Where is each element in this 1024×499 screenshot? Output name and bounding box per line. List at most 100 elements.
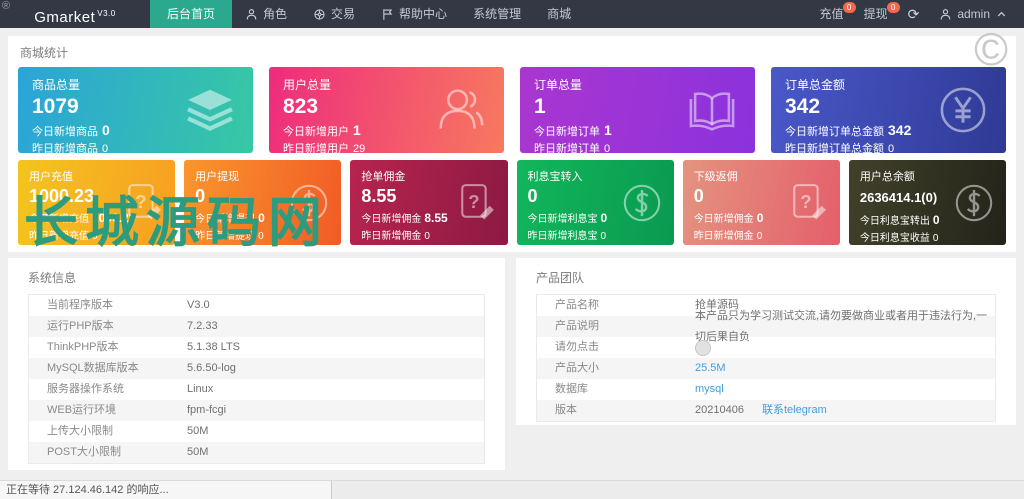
stat-today-label: 今日新增利息宝: [527, 214, 598, 225]
product-team-title: 产品团队: [536, 271, 585, 285]
stat-yesterday-label: 昨日新增用户: [283, 143, 349, 153]
nav-label: 角色: [263, 7, 288, 21]
stat-today-value: 0: [756, 211, 764, 225]
nav-item-dashboard[interactable]: 后台首页: [150, 0, 233, 28]
stat-today-label: 今日新增用户: [283, 126, 349, 138]
row-label: POST大小限制: [47, 446, 121, 458]
nav-label: 帮助中心: [399, 7, 448, 21]
stat-today-value: 342: [888, 122, 912, 138]
do-not-click-icon[interactable]: [695, 339, 711, 356]
stat-today-value: 1: [604, 122, 612, 138]
row-value: 50M: [187, 425, 209, 437]
nav-item-help-center[interactable]: 帮助中心: [368, 0, 460, 28]
topbar-right: 充值 0 提现 0 ⟳ admin: [820, 0, 1024, 28]
stat-today-value: 0: [102, 122, 110, 138]
stat-yesterday-value: 0: [424, 231, 430, 242]
doc-question-icon: [121, 181, 165, 225]
table-row: 产品大小 25.5M: [537, 358, 995, 379]
system-info-panel: 系统信息 当前程序版本 V3.0 运行PHP版本 7.2.33 ThinkPHP版本…: [8, 258, 505, 470]
row-value: fpm-fcgi: [187, 404, 227, 416]
stat-card-user-recharge: 用户充值 1000.23 今日新增充值 1000.23 昨日新增充值 0: [18, 160, 176, 245]
stat-card-user-withdraw: 用户提现 0 今日新增提现 0 昨日新增提现 0: [184, 160, 342, 245]
recharge-label: 充值: [819, 7, 844, 21]
stat-yesterday-label: 昨日新增佣金: [693, 231, 754, 242]
doc-question-icon: [786, 181, 830, 225]
stat-yesterday-label: 昨日新增订单总金额: [785, 143, 884, 153]
nav-label: 交易: [331, 7, 356, 21]
stats-panel: 商城统计 商品总量 1079 今日新增商品 0 昨日新增商品 0 用户总量 823 …: [8, 36, 1016, 252]
row-label: WEB运行环境: [47, 404, 117, 416]
browser-status-bar: 正在等待 27.124.46.142 的响应...: [0, 480, 1024, 499]
database-link[interactable]: mysql: [695, 379, 724, 400]
table-row: WEB运行环境 fpm-fcgi: [29, 400, 484, 421]
stat-yesterday-value: 0: [932, 233, 939, 244]
nav-item-system-management[interactable]: 系统管理: [460, 0, 534, 28]
status-message: 正在等待 27.124.46.142 的响应...: [0, 481, 332, 499]
row-label: MySQL数据库版本: [47, 362, 139, 374]
stat-today-label: 今日新增订单: [534, 126, 600, 138]
product-size-link[interactable]: 25.5M: [695, 358, 726, 379]
stat-card-users-total: 用户总量 823 今日新增用户 1 昨日新增用户 29: [269, 67, 504, 153]
table-row: 当前程序版本 V3.0: [29, 295, 484, 316]
table-row: 版本 20210406 联系telegram: [537, 400, 995, 421]
doc-question-icon: [454, 181, 498, 225]
table-row: 产品说明 本产品只为学习测试交流,请勿要做商业或者用于违法行为,一切后果自负: [537, 309, 995, 343]
nav-item-roles[interactable]: 角色: [232, 0, 300, 28]
nav-item-trade[interactable]: 交易: [300, 0, 368, 28]
row-label: 数据库: [555, 383, 588, 395]
nav-item-mall[interactable]: 商城: [534, 0, 584, 28]
system-info-title: 系统信息: [28, 271, 77, 285]
stat-yesterday-value: 0: [600, 231, 607, 242]
layers-icon: [183, 83, 237, 137]
stat-card-order-commission: 抢单佣金 8.55 今日新增佣金 8.55 昨日新增佣金 0: [350, 160, 508, 245]
table-row: 数据库 mysql: [537, 379, 995, 400]
nav-label: 系统管理: [473, 7, 522, 21]
stat-yesterday-label: 今日利息宝收益: [859, 233, 930, 244]
stat-yesterday-label: 昨日新增商品: [32, 143, 98, 153]
main-nav: 后台首页 角色 交易 帮助中心 系统管理 商城: [150, 0, 584, 28]
user-menu[interactable]: admin: [939, 7, 1008, 21]
stat-yesterday-label: 昨日新增提现: [195, 231, 256, 242]
row-value: 5.6.50-log: [187, 362, 236, 374]
stat-card-interest-transfer-in: 利息宝转入 0 今日新增利息宝 0 昨日新增利息宝 0: [516, 160, 674, 245]
table-row: MySQL数据库版本 5.6.50-log: [29, 358, 484, 379]
row-label: 产品说明: [555, 320, 599, 332]
app-version: V3.0: [97, 9, 116, 18]
stat-today-label: 今日新增佣金: [693, 214, 754, 225]
stat-card-user-total-balance: 用户总余额 2636414.1(0) 今日利息宝转出 0 今日利息宝收益 0: [848, 160, 1007, 245]
stat-today-value: 0: [258, 211, 265, 225]
stat-today-label: 今日新增充值: [29, 214, 89, 225]
product-team-table: 产品名称 抢单源码 产品说明 本产品只为学习测试交流,请勿要做商业或者用于违法行为,…: [536, 294, 996, 422]
row-label: 服务器操作系统: [47, 383, 124, 395]
row-label: 产品名称: [555, 299, 599, 311]
users-icon: [434, 83, 488, 137]
stat-yesterday-value: 0: [756, 231, 763, 242]
table-row: 运行PHP版本 7.2.33: [29, 316, 484, 337]
recharge-button[interactable]: 充值 0: [819, 0, 856, 28]
row-label: 产品大小: [555, 362, 599, 374]
row-value: Linux: [187, 383, 214, 395]
person-icon: [245, 8, 258, 21]
row-value: 本产品只为学习测试交流,请勿要做商业或者用于违法行为,一切后果自负: [695, 309, 988, 343]
chevron-up-icon: [995, 8, 1008, 21]
stat-card-products-total: 商品总量 1079 今日新增商品 0 昨日新增商品 0: [18, 67, 253, 153]
row-label: 上传大小限制: [47, 425, 113, 437]
row-label: 当前程序版本: [47, 299, 113, 311]
stat-today-label: 今日利息宝转出: [859, 216, 930, 227]
stat-yesterday-label: 昨日新增利息宝: [527, 231, 598, 242]
withdraw-button[interactable]: 提现 0: [864, 0, 900, 28]
nav-label: 后台首页: [167, 7, 216, 21]
stat-today-value: 1: [353, 122, 361, 138]
stat-yesterday-value: 0: [888, 143, 895, 153]
stat-yesterday-value: 29: [353, 143, 366, 153]
stat-today-value: 8.55: [424, 211, 448, 225]
stat-yesterday-value: 0: [92, 231, 98, 242]
telegram-link[interactable]: 联系telegram: [762, 400, 827, 421]
stat-today-label: 今日新增提现: [195, 214, 256, 225]
refresh-icon[interactable]: ⟳: [908, 0, 920, 28]
row-label: 版本: [555, 404, 577, 416]
table-row: 上传大小限制 50M: [29, 421, 484, 442]
app-logo-text: Gmarket: [34, 9, 96, 26]
stat-today-value: 0: [932, 213, 940, 227]
row-value: V3.0: [187, 299, 210, 311]
